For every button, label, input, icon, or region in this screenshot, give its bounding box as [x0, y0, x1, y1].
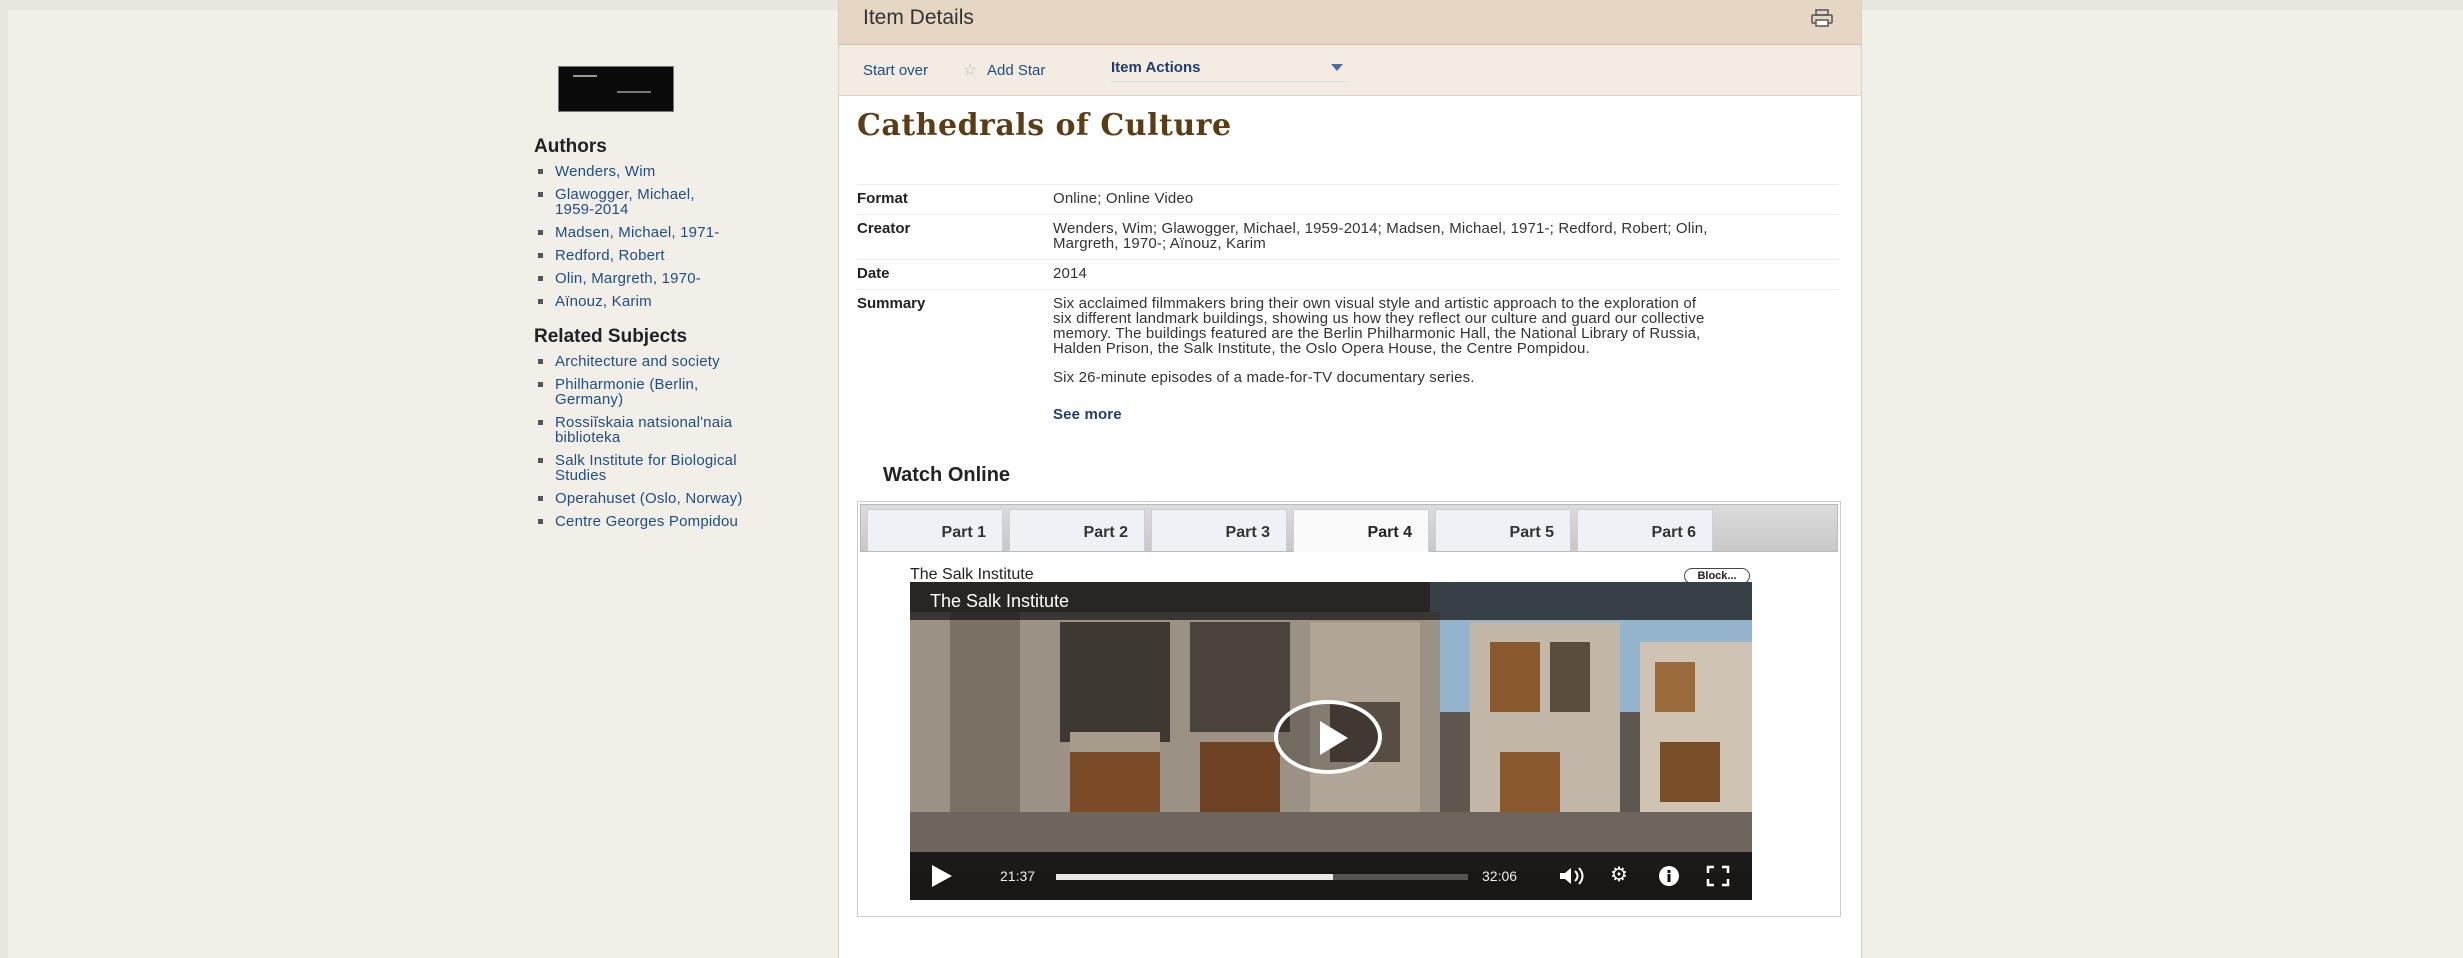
- subject-link[interactable]: Salk Institute for Biological: [534, 453, 794, 468]
- details-row: Date 2014: [857, 259, 1839, 290]
- authors-list: Wenders, Wim Glawogger, Michael, 1959-20…: [534, 164, 794, 317]
- details-row: Summary Six acclaimed filmmakers bring t…: [857, 289, 1839, 430]
- author-link[interactable]: Redford, Robert: [534, 248, 794, 263]
- page-title: Item Details: [863, 6, 974, 29]
- related-subjects-heading: Related Subjects: [534, 326, 688, 347]
- video-tabs-container: Part 1 Part 2 Part 3 Part 4 Part 5 Part …: [857, 501, 1841, 917]
- creator-value: Wenders, Wim; Glawogger, Michael, 1959-2…: [1053, 214, 1839, 260]
- info-icon[interactable]: [1658, 865, 1680, 887]
- play-overlay-icon[interactable]: [1274, 700, 1382, 774]
- video-title-bar: The Salk Institute: [910, 582, 1752, 620]
- summary-label: Summary: [857, 289, 1053, 430]
- start-over-link[interactable]: Start over: [863, 62, 928, 79]
- authors-heading: Authors: [534, 136, 607, 157]
- subject-link-cont[interactable]: biblioteka: [534, 430, 794, 445]
- date-value: 2014: [1053, 259, 1839, 290]
- subject-link[interactable]: Centre Georges Pompidou: [534, 514, 794, 529]
- record-title: Cathedrals of Culture: [857, 108, 1232, 143]
- fullscreen-icon[interactable]: [1706, 865, 1730, 887]
- subject-link[interactable]: Rossiĭskaia natsionalʹnaia: [534, 415, 794, 430]
- progress-fill: [1056, 874, 1334, 880]
- tab-part-2[interactable]: Part 2: [1009, 509, 1145, 551]
- item-thumbnail[interactable]: [558, 66, 674, 112]
- play-triangle: [1320, 721, 1348, 755]
- item-actions-label: Item Actions: [1111, 59, 1201, 76]
- star-icon[interactable]: ☆: [963, 60, 977, 80]
- play-icon[interactable]: [932, 865, 952, 887]
- toolbar: Start over ☆ Add Star Item Actions: [839, 45, 1861, 96]
- date-label: Date: [857, 259, 1053, 290]
- tab-part-1[interactable]: Part 1: [867, 509, 1003, 551]
- settings-gear-icon[interactable]: ⚙: [1610, 864, 1628, 886]
- tab-part-5[interactable]: Part 5: [1435, 509, 1571, 551]
- creator-line: Wenders, Wim; Glawogger, Michael, 1959-2…: [1053, 220, 1708, 237]
- subject-link[interactable]: Operahuset (Oslo, Norway): [534, 491, 794, 506]
- summary-paragraph: Six acclaimed filmmakers bring their own…: [1053, 296, 1839, 356]
- chevron-down-icon: [1331, 64, 1343, 71]
- summary-value: Six acclaimed filmmakers bring their own…: [1053, 289, 1839, 430]
- subject-link-cont[interactable]: Studies: [534, 468, 794, 483]
- author-link[interactable]: Glawogger, Michael,: [534, 187, 794, 202]
- record-details-table: Format Online; Online Video Creator Wend…: [857, 184, 1839, 430]
- summary-paragraph: Six 26-minute episodes of a made-for-TV …: [1053, 369, 1475, 386]
- watch-online-heading: Watch Online: [883, 464, 1011, 486]
- subject-link[interactable]: Architecture and society: [534, 354, 794, 369]
- header-bar: Item Details: [839, 0, 1861, 45]
- author-link[interactable]: Aïnouz, Karim: [534, 294, 794, 309]
- tab-part-4[interactable]: Part 4: [1293, 509, 1429, 552]
- video-player[interactable]: The Salk Institute 21:37 32:06 ⚙: [910, 582, 1752, 900]
- author-link-cont[interactable]: 1959-2014: [534, 202, 794, 217]
- progress-bar[interactable]: [1056, 874, 1468, 880]
- summary-line: Halden Prison, the Salk Institute, the O…: [1053, 340, 1590, 357]
- details-row: Format Online; Online Video: [857, 184, 1839, 215]
- tab-part-6[interactable]: Part 6: [1577, 509, 1713, 551]
- item-actions-dropdown[interactable]: Item Actions: [1111, 59, 1347, 82]
- tab-part-3[interactable]: Part 3: [1151, 509, 1287, 551]
- subjects-list: Architecture and society Philharmonie (B…: [534, 354, 794, 537]
- subject-link-cont[interactable]: Germany): [534, 392, 794, 407]
- thumbnail-text-mark: [573, 75, 597, 77]
- see-more-link[interactable]: See more: [1053, 406, 1122, 423]
- printer-icon[interactable]: [1811, 9, 1833, 27]
- duration: 32:06: [1482, 868, 1518, 884]
- current-time: 21:37: [1000, 868, 1036, 884]
- video-title: The Salk Institute: [930, 591, 1070, 611]
- item-details-panel: Item Details Start over ☆ Add Star Item …: [838, 0, 1862, 958]
- format-value: Online; Online Video: [1053, 184, 1839, 215]
- video-controls: 21:37 32:06 ⚙: [910, 852, 1752, 900]
- format-label: Format: [857, 184, 1053, 215]
- subject-link[interactable]: Philharmonie (Berlin,: [534, 377, 794, 392]
- thumbnail-text-mark: [617, 91, 651, 93]
- volume-icon[interactable]: [1558, 866, 1588, 886]
- tab-bar: Part 1 Part 2 Part 3 Part 4 Part 5 Part …: [860, 504, 1838, 552]
- creator-label: Creator: [857, 214, 1053, 260]
- author-link[interactable]: Wenders, Wim: [534, 164, 794, 179]
- creator-line: Margreth, 1970-; Aïnouz, Karim: [1053, 235, 1266, 252]
- details-row: Creator Wenders, Wim; Glawogger, Michael…: [857, 214, 1839, 260]
- author-link[interactable]: Olin, Margreth, 1970-: [534, 271, 794, 286]
- author-link[interactable]: Madsen, Michael, 1971-: [534, 225, 794, 240]
- add-star-link[interactable]: Add Star: [987, 62, 1045, 79]
